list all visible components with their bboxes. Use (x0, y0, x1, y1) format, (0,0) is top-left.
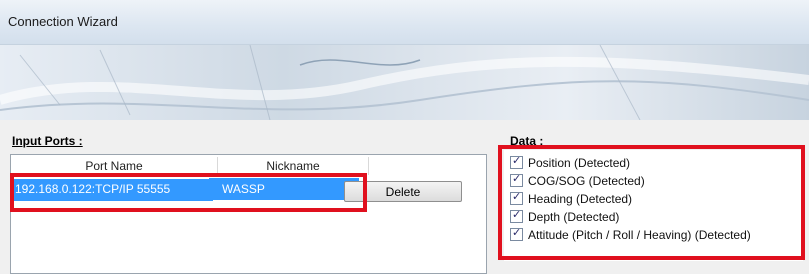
input-ports-list[interactable]: Port Name Nickname 192.168.0.122:TCP/IP … (10, 154, 487, 274)
header-banner (0, 45, 809, 120)
input-ports-label: Input Ports : (12, 134, 83, 148)
window-title: Connection Wizard (8, 14, 118, 29)
title-bar: Connection Wizard (0, 0, 809, 45)
chart-banner-graphic (0, 45, 809, 120)
port-highlight-box (10, 173, 367, 212)
data-highlight-box (498, 145, 805, 260)
